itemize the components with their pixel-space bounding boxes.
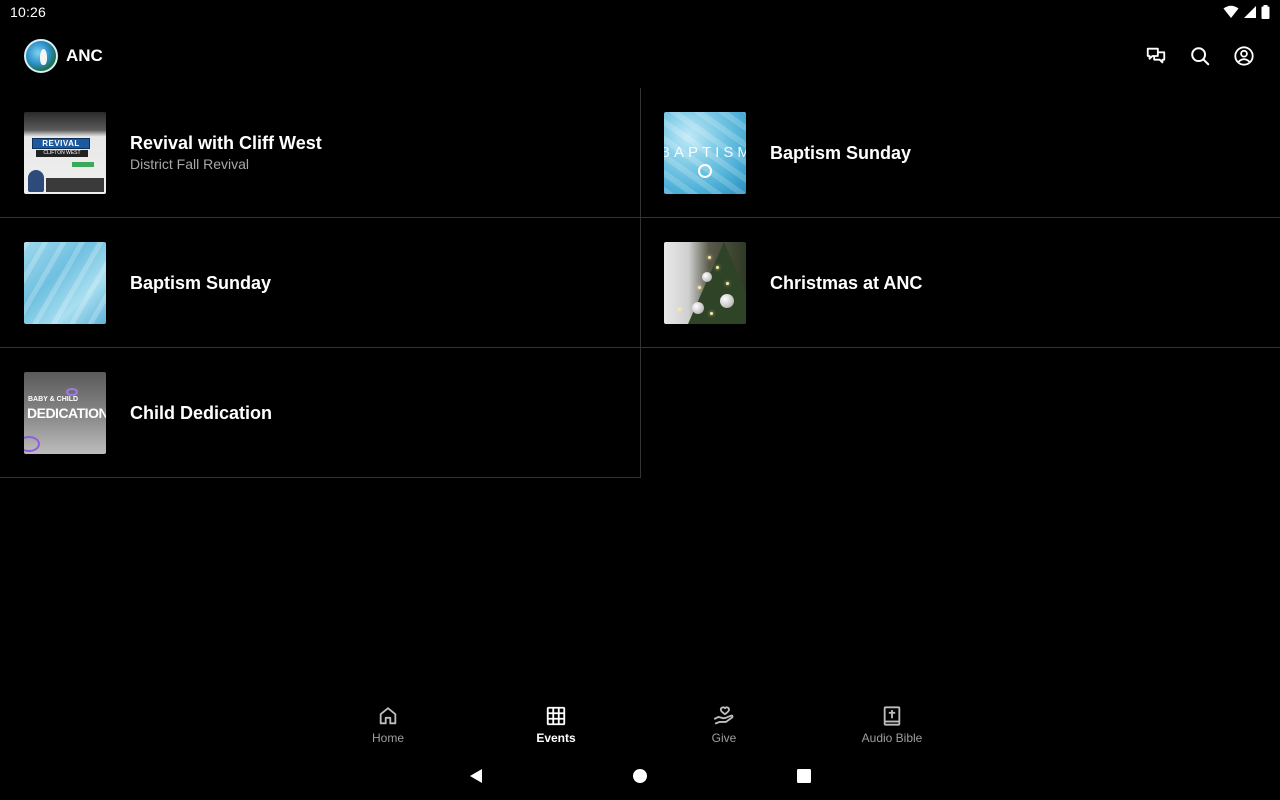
event-item-christmas[interactable]: Christmas at ANC bbox=[640, 218, 1280, 348]
nav-label: Audio Bible bbox=[861, 731, 923, 745]
search-icon bbox=[1191, 47, 1210, 66]
brand-name: ANC bbox=[66, 46, 103, 65]
nav-item-audio-bible[interactable]: Audio Bible bbox=[808, 700, 976, 750]
account-button[interactable] bbox=[1232, 44, 1256, 68]
give-hand-heart-icon bbox=[713, 706, 734, 725]
app-actions bbox=[1144, 44, 1256, 68]
event-thumbnail: BABY & CHILD DEDICATIONS bbox=[24, 371, 106, 454]
home-icon bbox=[379, 707, 397, 725]
event-subtitle: District Fall Revival bbox=[130, 156, 250, 172]
event-thumbnail bbox=[24, 241, 106, 324]
dedication-thumb-small: BABY & CHILD bbox=[28, 395, 79, 403]
status-bar: 10:26 bbox=[0, 0, 1280, 24]
nav-label: Home bbox=[371, 731, 404, 745]
nav-item-give[interactable]: Give bbox=[640, 700, 808, 750]
event-title: Christmas at ANC bbox=[770, 272, 923, 293]
back-triangle-icon bbox=[470, 769, 482, 783]
event-item-dedication[interactable]: BABY & CHILD DEDICATIONS Child Dedicatio… bbox=[0, 348, 641, 478]
event-title: Baptism Sunday bbox=[770, 142, 912, 163]
system-home-button[interactable] bbox=[628, 764, 652, 788]
dedication-thumb-big: DEDICATIONS bbox=[27, 404, 106, 421]
event-thumbnail: REVIVAL CLIFTON WEST bbox=[24, 111, 106, 194]
system-nav-bar bbox=[0, 752, 1280, 800]
event-title: Revival with Cliff West bbox=[130, 133, 322, 153]
search-button[interactable] bbox=[1188, 44, 1212, 68]
brand[interactable]: ANC bbox=[24, 39, 103, 73]
bottom-nav: Home Events Give Audio Bible bbox=[0, 700, 1280, 750]
church-logo-icon bbox=[24, 39, 58, 73]
event-title: Baptism Sunday bbox=[130, 272, 272, 293]
baptism-thumb-text: BAPTISM bbox=[664, 143, 746, 161]
app-bar: ANC bbox=[0, 24, 1280, 88]
account-icon bbox=[1234, 46, 1254, 66]
revival-sub: CLIFTON WEST bbox=[36, 149, 88, 157]
home-circle-icon bbox=[633, 769, 647, 783]
status-icons bbox=[1223, 5, 1270, 19]
church-mark-icon bbox=[698, 163, 712, 178]
event-title: Child Dedication bbox=[130, 402, 273, 423]
nav-item-events[interactable]: Events bbox=[472, 700, 640, 750]
event-thumbnail: BAPTISM bbox=[664, 111, 746, 194]
nav-label: Events bbox=[536, 731, 576, 745]
chat-button[interactable] bbox=[1144, 44, 1168, 68]
calendar-grid-icon bbox=[546, 706, 566, 726]
recents-square-icon bbox=[797, 769, 811, 783]
chat-icon bbox=[1146, 47, 1166, 64]
nav-label: Give bbox=[711, 731, 737, 745]
event-item-revival[interactable]: REVIVAL CLIFTON WEST Revival with Cliff … bbox=[0, 88, 641, 218]
event-item-baptism-1[interactable]: BAPTISM Baptism Sunday bbox=[640, 88, 1280, 218]
event-item-baptism-2[interactable]: Baptism Sunday bbox=[0, 218, 641, 348]
nav-item-home[interactable]: Home bbox=[304, 700, 472, 750]
status-time: 10:26 bbox=[10, 4, 47, 20]
revival-badge: REVIVAL bbox=[32, 137, 90, 149]
wifi-icon bbox=[1223, 5, 1239, 18]
event-thumbnail bbox=[664, 241, 746, 324]
system-recents-button[interactable] bbox=[792, 764, 816, 788]
cell-signal-icon bbox=[1244, 6, 1256, 18]
battery-icon bbox=[1261, 5, 1270, 19]
bible-icon bbox=[883, 706, 901, 726]
system-back-button[interactable] bbox=[464, 764, 488, 788]
